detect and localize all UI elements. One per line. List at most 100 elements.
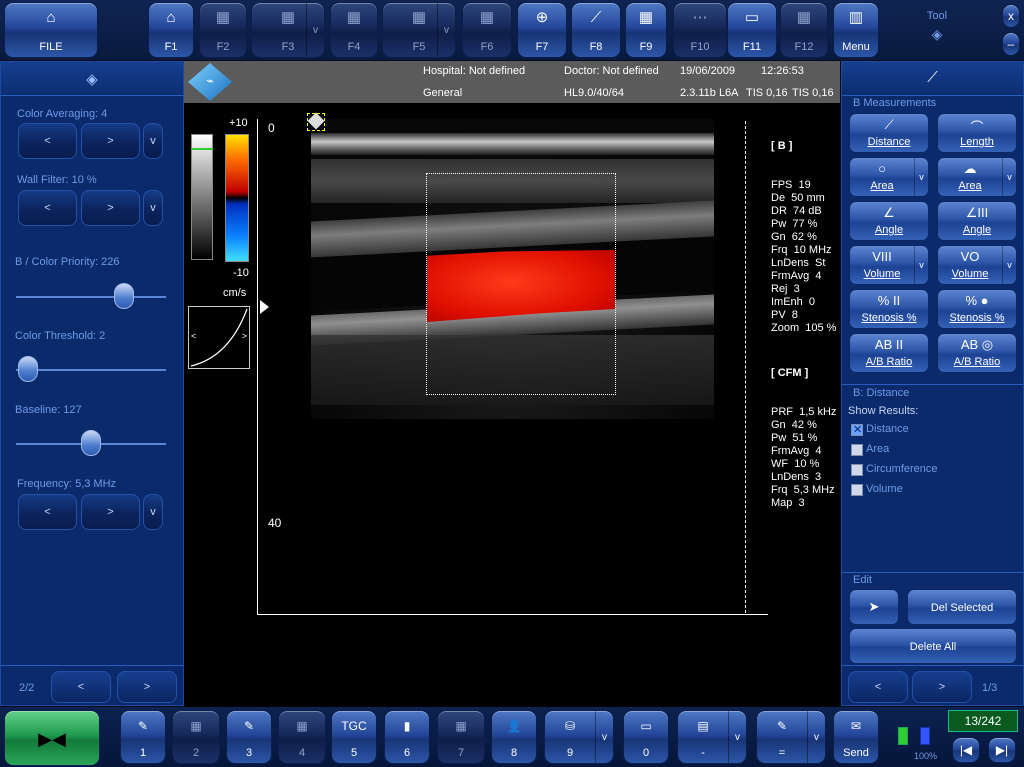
measure-button-volume-6[interactable]: VIII Volume v	[849, 245, 929, 285]
result-checkbox[interactable]	[851, 484, 863, 496]
focus-marker-icon[interactable]	[260, 300, 269, 314]
function-key-f4[interactable]: ▦ F4	[330, 2, 378, 58]
measure-button-area-2[interactable]: ○ Area v	[849, 157, 929, 197]
bottom-button-11[interactable]: ✎ = v	[756, 710, 826, 764]
color-threshold-knob[interactable]	[18, 356, 38, 382]
function-key-f3[interactable]: ▦ F3 v	[251, 2, 325, 58]
menu-button[interactable]: ▥ Menu	[833, 2, 879, 58]
baseline-knob[interactable]	[81, 430, 101, 456]
tool-icon: ◈	[931, 26, 943, 42]
function-key-f9[interactable]: ▦ F9	[625, 2, 667, 58]
measure-button-area-3[interactable]: ☁ Area v	[937, 157, 1017, 197]
right-panel-header: ⟋	[842, 62, 1023, 96]
result-checkbox[interactable]: ✕	[851, 424, 863, 436]
file-button[interactable]: ⌂ FILE	[4, 2, 98, 58]
bottom-button-6[interactable]: ▦ 7	[437, 710, 485, 764]
right-page-prev[interactable]: <	[848, 671, 908, 703]
function-key-f1[interactable]: ⌂ F1	[148, 2, 194, 58]
wall-filter-more[interactable]: v	[143, 190, 163, 226]
function-key-f2[interactable]: ▦ F2	[199, 2, 247, 58]
edit-title: Edit	[853, 574, 872, 586]
bottom-button-7[interactable]: 👤 8	[491, 710, 537, 764]
function-key-f7[interactable]: ⊕ F7	[517, 2, 567, 58]
result-checkbox[interactable]	[851, 464, 863, 476]
function-key-f11[interactable]: ▭ F11	[727, 2, 777, 58]
wall-filter-next[interactable]: >	[81, 190, 140, 226]
prev-frame-button[interactable]: |◀	[952, 737, 980, 763]
wall-filter-prev[interactable]: <	[18, 190, 77, 226]
bottom-button-label: -	[701, 747, 705, 759]
left-page-prev[interactable]: <	[51, 671, 111, 703]
function-key-icon: ▦	[479, 9, 495, 26]
bottom-button-8[interactable]: ⛁ 9 v	[544, 710, 614, 764]
right-page-next[interactable]: >	[912, 671, 972, 703]
bottom-button-4[interactable]: TGC 5	[331, 710, 377, 764]
measure-button-angle-4[interactable]: ∠ Angle	[849, 201, 929, 241]
next-icon: >	[107, 135, 114, 147]
color-averaging-prev[interactable]: <	[18, 123, 77, 159]
version-text: 2.3.11b L6A	[680, 87, 739, 99]
divider	[842, 572, 1023, 573]
time-text: 12:26:53	[761, 65, 804, 77]
bottom-button-3[interactable]: ▦ 4	[278, 710, 326, 764]
measure-label: Distance	[867, 136, 911, 148]
measure-label: Stenosis %	[949, 312, 1005, 324]
color-roi-box[interactable]	[426, 173, 616, 395]
velocity-unit-label: cm/s	[223, 287, 247, 299]
bottom-button-label: 4	[298, 747, 306, 759]
delete-all-button[interactable]: Delete All	[849, 628, 1017, 664]
measure-button-stenosis--8[interactable]: % II Stenosis %	[849, 289, 929, 329]
frequency-next[interactable]: >	[81, 494, 140, 530]
bottom-button-1[interactable]: ▦ 2	[172, 710, 220, 764]
color-threshold-slider[interactable]	[16, 369, 166, 371]
minimize-button[interactable]: –	[1002, 32, 1020, 56]
freeze-button[interactable]: ▶◀	[4, 710, 100, 766]
result-checkbox[interactable]	[851, 444, 863, 456]
function-key-f12[interactable]: ▦ F12	[780, 2, 828, 58]
measure-icon: AB ◎	[960, 337, 994, 352]
function-key-f8[interactable]: ⟋ F8	[571, 2, 621, 58]
bottom-button-0[interactable]: ✎ 1	[120, 710, 166, 764]
frequency-prev[interactable]: <	[18, 494, 77, 530]
param-line: LnDens St	[771, 257, 826, 269]
b-color-priority-knob[interactable]	[114, 283, 134, 309]
image-area: +10 -10 cm/s < > 0 40 [ B ] FPS 19 De 50 …	[184, 103, 840, 707]
close-button[interactable]: x	[1002, 4, 1020, 28]
b-color-priority-label: B / Color Priority: 226	[15, 256, 120, 268]
color-averaging-more[interactable]: v	[143, 123, 163, 159]
bottom-button-10[interactable]: ▤ - v	[677, 710, 747, 764]
function-key-f10[interactable]: ⋯ F10	[673, 2, 727, 58]
measure-button-stenosis--9[interactable]: % ● Stenosis %	[937, 289, 1017, 329]
measure-button-distance-0[interactable]: ⟋ Distance	[849, 113, 929, 153]
b-color-priority-slider[interactable]	[16, 296, 166, 298]
bottom-button-icon: ✎	[137, 719, 149, 733]
next-frame-button[interactable]: ▶|	[988, 737, 1016, 763]
bottom-button-5[interactable]: ▮ 6	[384, 710, 430, 764]
measure-button-volume-7[interactable]: VO Volume v	[937, 245, 1017, 285]
del-selected-button[interactable]: Del Selected	[907, 589, 1017, 625]
measure-label: Area	[870, 180, 894, 192]
chevron-down-icon: v	[1002, 246, 1016, 284]
color-threshold-label: Color Threshold: 2	[15, 330, 106, 342]
measure-button-length-1[interactable]: ⌒ Length	[937, 113, 1017, 153]
bottom-button-9[interactable]: ▭ 0	[623, 710, 669, 764]
chevron-down-icon: v	[914, 158, 928, 196]
frequency-more[interactable]: v	[143, 494, 163, 530]
measure-button-angle-5[interactable]: ∠III Angle	[937, 201, 1017, 241]
bottom-button-icon: ✉	[850, 719, 862, 733]
measure-button-a-b-ratio-10[interactable]: AB II A/B Ratio	[849, 333, 929, 373]
measure-label: A/B Ratio	[865, 356, 913, 368]
result-label: Area	[866, 443, 890, 455]
chevron-down-icon: v	[437, 3, 455, 57]
select-pointer-button[interactable]: ➤	[849, 589, 899, 625]
ultrasound-image[interactable]	[311, 119, 714, 419]
left-page-next[interactable]: >	[117, 671, 177, 703]
date-text: 19/06/2009	[680, 65, 736, 77]
bottom-button-12[interactable]: ✉ Send	[833, 710, 879, 764]
function-key-f5[interactable]: ▦ F5 v	[382, 2, 456, 58]
function-key-f6[interactable]: ▦ F6	[462, 2, 512, 58]
color-averaging-next[interactable]: >	[81, 123, 140, 159]
bottom-button-2[interactable]: ✎ 3	[226, 710, 272, 764]
gray-scale-bar	[191, 134, 213, 260]
measure-button-a-b-ratio-11[interactable]: AB ◎ A/B Ratio	[937, 333, 1017, 373]
